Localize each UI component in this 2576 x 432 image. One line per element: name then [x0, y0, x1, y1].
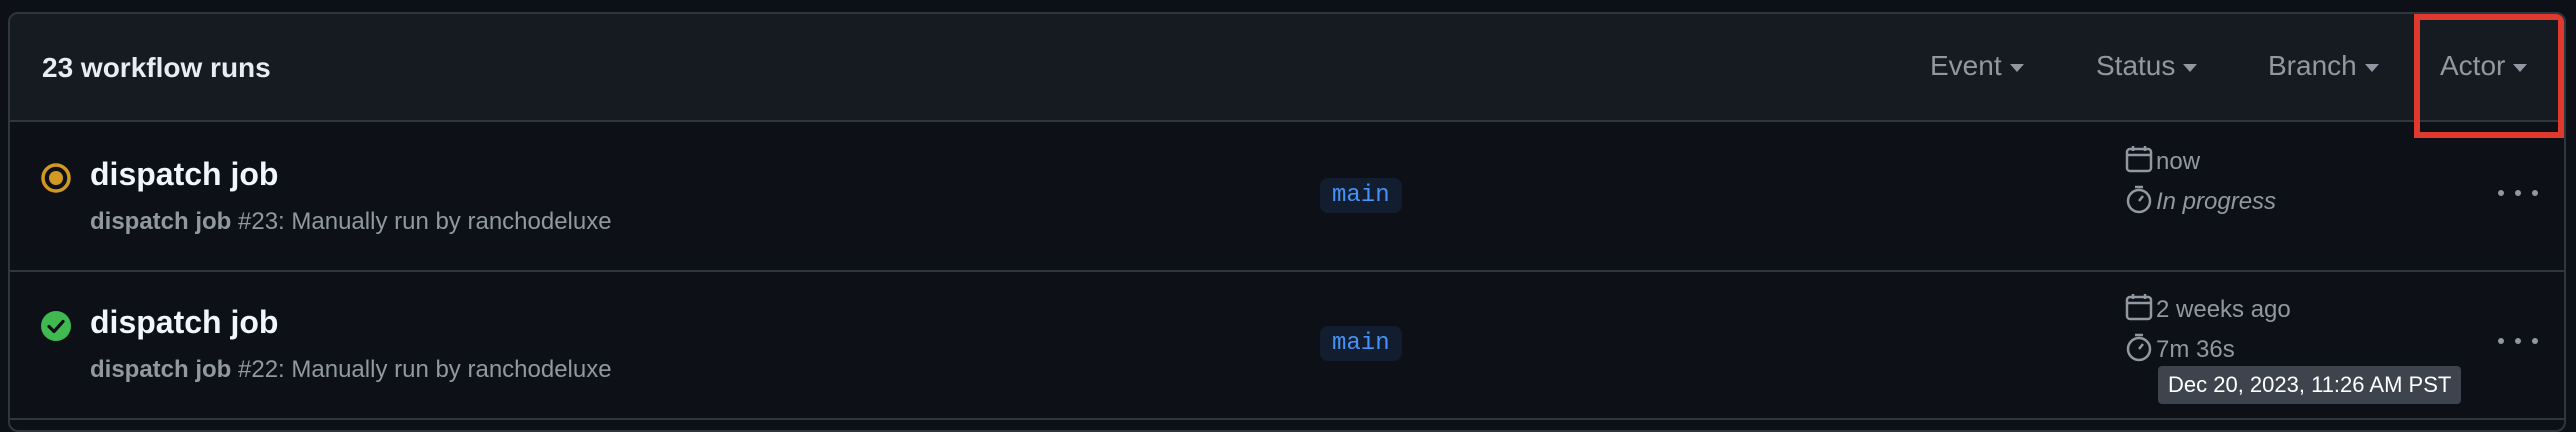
run-subtitle: dispatch job #22: Manually run by rancho… — [90, 356, 612, 384]
stopwatch-icon — [2126, 185, 2152, 214]
chevron-down-icon — [2009, 64, 2024, 72]
kebab-dot — [2498, 338, 2504, 344]
status-filter-button[interactable]: Status — [2096, 50, 2198, 82]
run-subtitle: dispatch job #23: Manually run by rancho… — [90, 208, 612, 236]
kebab-dot — [2515, 190, 2521, 196]
run-duration: In progress — [2156, 188, 2277, 215]
kebab-dot — [2532, 338, 2538, 344]
actor-filter-label: Actor — [2440, 50, 2506, 81]
chevron-down-icon — [2513, 64, 2528, 72]
check-circle-icon — [41, 311, 71, 341]
run-menu-button[interactable] — [2498, 178, 2538, 208]
run-subtitle-detail: #23: Manually run by ranchodeluxe — [231, 208, 612, 235]
kebab-dot — [2532, 190, 2538, 196]
runs-header: 23 workflow runs Event Status Branch Act… — [10, 14, 2564, 138]
branch-tag[interactable]: main — [1320, 178, 1402, 213]
run-menu-button[interactable] — [2498, 326, 2538, 356]
run-count: 23 workflow runs — [42, 52, 271, 83]
calendar-icon — [2125, 146, 2153, 173]
run-title-link[interactable]: dispatch job — [90, 156, 278, 193]
event-filter-label: Event — [1930, 50, 2002, 81]
calendar-icon — [2125, 294, 2153, 321]
run-subtitle-detail: #22: Manually run by ranchodeluxe — [231, 356, 612, 383]
actor-filter-button[interactable]: Actor — [2440, 50, 2528, 82]
event-filter-button[interactable]: Event — [1930, 50, 2024, 82]
kebab-dot — [2498, 190, 2504, 196]
run-time[interactable]: 2 weeks ago — [2156, 296, 2291, 324]
run-subtitle-workflow: dispatch job — [90, 356, 232, 383]
branch-filter-label: Branch — [2268, 50, 2357, 81]
run-time: now — [2156, 148, 2201, 175]
branch-tag[interactable]: main — [1320, 326, 1402, 361]
workflow-run-row[interactable]: dispatch job dispatch job #23: Manually … — [10, 122, 2564, 272]
status-filter-label: Status — [2096, 50, 2176, 81]
run-duration: 7m 36s — [2156, 336, 2235, 363]
run-title-link[interactable]: dispatch job — [90, 304, 278, 341]
chevron-down-icon — [2183, 64, 2198, 72]
timestamp-tooltip: Dec 20, 2023, 11:26 AM PST — [2158, 366, 2462, 404]
kebab-dot — [2515, 338, 2521, 344]
in-progress-icon — [41, 163, 71, 193]
chevron-down-icon — [2364, 64, 2379, 72]
run-subtitle-workflow: dispatch job — [90, 208, 232, 235]
branch-filter-button[interactable]: Branch — [2268, 50, 2379, 82]
stopwatch-icon — [2126, 333, 2152, 362]
